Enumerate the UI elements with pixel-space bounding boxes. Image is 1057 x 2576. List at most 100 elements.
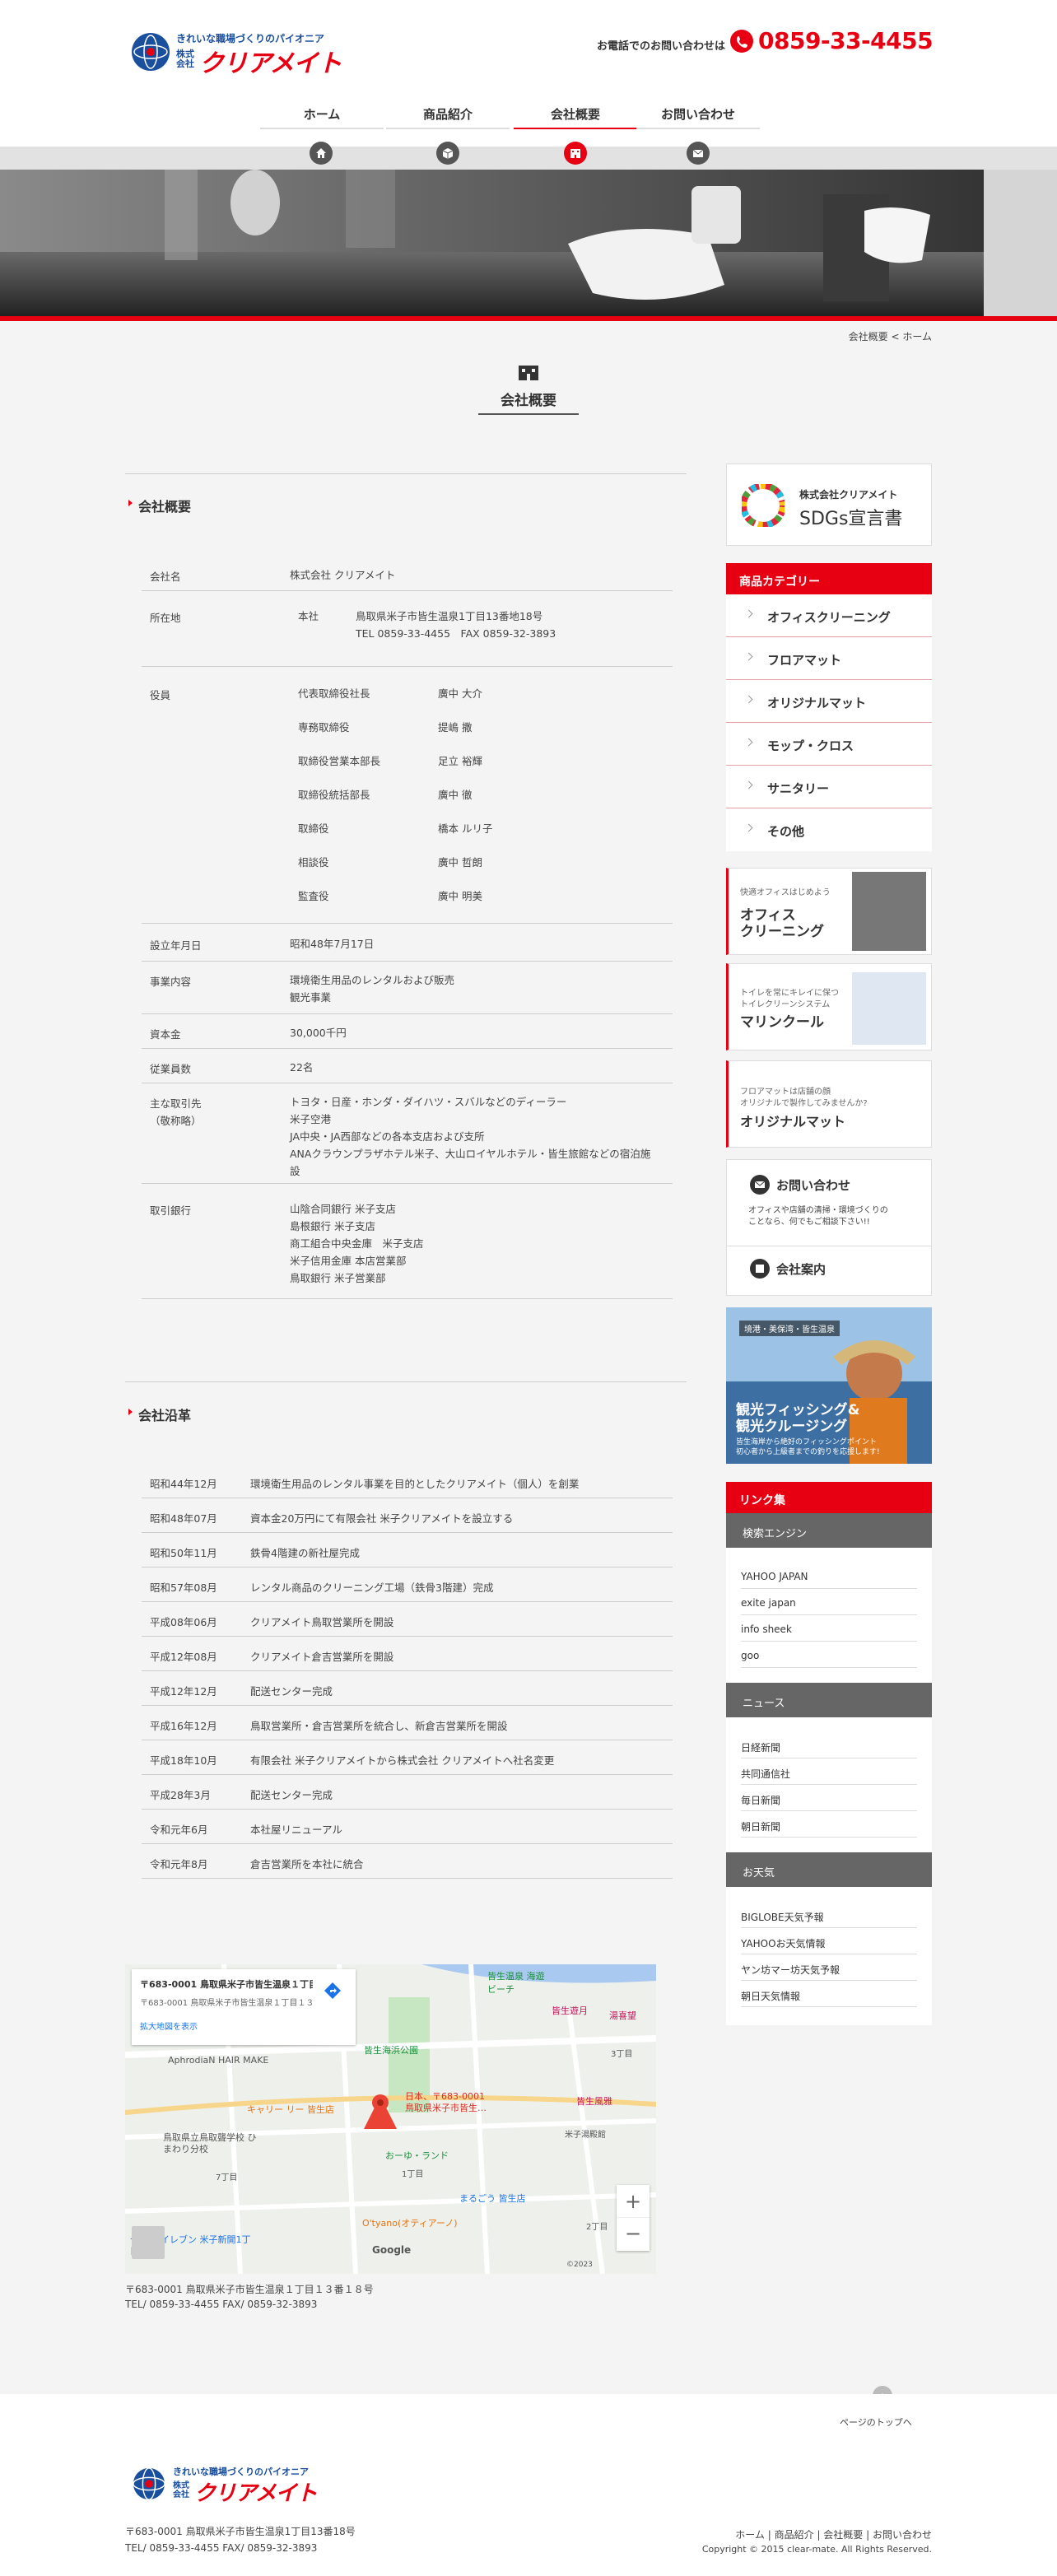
row-label: 主な取引先 (150, 1097, 202, 1110)
banner-title: オリジナルマット (740, 1114, 846, 1130)
row-value: 設 (290, 1165, 300, 1177)
table-row: 昭和44年12月 環境衛生用品のレンタル事業を目的としたクリアメイト（個人）を創業 (142, 1464, 673, 1498)
marine-cool-banner[interactable]: トイレを常にキレイに保つ トイレクリーンシステム マリンクール (726, 963, 932, 1050)
link-yahoo-weather[interactable]: YAHOOお天気情報 (741, 1928, 917, 1954)
mail-icon[interactable] (687, 142, 710, 165)
history-text: 本社屋リニューアル (250, 1824, 342, 1836)
news-links: 日経新聞 共同通信社 毎日新聞 朝日新聞 (726, 1717, 932, 1852)
contact-title[interactable]: お問い合わせ (776, 1176, 850, 1194)
row-value: JA中央・JA西部などの各本支店および支所 (290, 1130, 485, 1143)
pagetop-link[interactable]: ページのトップへ (840, 2415, 912, 2429)
contact-text: オフィスや店舗の清掃・環境づくりの (748, 1206, 888, 1215)
officer-role: 専務取締役 (298, 721, 350, 734)
site-logo[interactable]: きれいな職場づくりのパイオニア 株式会社 クリアメイト (132, 30, 342, 78)
hero-accent-line (0, 316, 1057, 321)
sdgs-title: SDGs宣言書 (799, 509, 903, 529)
table-row: 平成28年3月 配送センター完成 (142, 1775, 673, 1810)
home-icon[interactable] (310, 142, 333, 165)
search-links: YAHOO JAPAN exite japan info sheek goo (726, 1548, 932, 1683)
map-label: AphrodiaN HAIR MAKE (168, 2055, 269, 2066)
fishing-tag: 境港・美保湾・皆生温泉 (739, 1321, 840, 1336)
original-mat-banner[interactable]: フロアマットは店舗の顔 オリジナルで製作してみませんか? オリジナルマット (726, 1060, 932, 1148)
banner-title: クリーニング (740, 924, 824, 940)
nav-company[interactable]: 会社概要 (514, 105, 637, 129)
bank-item: 島根銀行 米子支店 (290, 1220, 375, 1232)
officer-name: 廣中 大介 (438, 687, 482, 700)
table-row: 会社名 株式会社 クリアメイト (142, 560, 673, 591)
map-label: まるごう 皆生店 (459, 2193, 526, 2204)
map-enlarge-link[interactable]: 拡大地図を表示 (140, 2019, 347, 2032)
row-value: ANAクラウンプラザホテル米子、大山ロイヤルホテル・皆生旅館などの宿泊施 (290, 1148, 651, 1160)
history-text: 資本金20万円にて有限会社 米子クリアメイトを設立する (250, 1512, 514, 1525)
zoom-out-button[interactable]: − (617, 2218, 650, 2251)
nav-products[interactable]: 商品紹介 (386, 105, 510, 129)
row-value: 観光事業 (290, 991, 332, 1004)
footer-link-products[interactable]: 商品紹介 (775, 2529, 814, 2541)
link-excite-japan[interactable]: exite japan (741, 1589, 917, 1615)
google-logo: Google (372, 2244, 412, 2256)
breadcrumb[interactable]: 会社概要 < ホーム (849, 329, 932, 343)
link-goo[interactable]: goo (741, 1642, 917, 1668)
link-biglobe-weather[interactable]: BIGLOBE天気予報 (741, 1902, 917, 1928)
footer-logo[interactable]: きれいな職場づくりのパイオニア 株式会社 クリアメイト (132, 2465, 318, 2506)
footer-link-contact[interactable]: お問い合わせ (873, 2529, 932, 2541)
map-popup-sub: 〒683-0001 鳥取県米子市皆生温泉１丁目１３−１８ (140, 1999, 313, 2008)
link-asahi-weather[interactable]: 朝日天気情報 (741, 1981, 917, 2007)
map-address: 〒683-0001 鳥取県米子市皆生温泉１丁目１３番１８号 (125, 2284, 374, 2295)
section-title-overview: 会社概要 (128, 496, 191, 515)
footer-nav: ホーム | 商品紹介 | 会社概要 | お問い合わせ (735, 2529, 932, 2541)
table-row: 平成12年12月 配送センター完成 (142, 1671, 673, 1706)
row-value: 株式会社 クリアメイト (290, 569, 396, 581)
table-row: 平成18年10月 有限会社 米子クリアメイトから株式会社 クリアメイトへ社名変更 (142, 1740, 673, 1775)
section-title-history: 会社沿革 (128, 1404, 191, 1424)
row-label: 資本金 (150, 1028, 181, 1041)
history-text: 配送センター完成 (250, 1685, 333, 1698)
category-office-cleaning[interactable]: オフィスクリーニング (726, 594, 932, 637)
fishing-banner[interactable]: 境港・美保湾・皆生温泉 観光フィッシング& 観光クルージング 皆生海岸から絶好の… (726, 1307, 932, 1464)
link-kyodo[interactable]: 共同通信社 (741, 1758, 917, 1785)
table-row: 昭和48年07月 資本金20万円にて有限会社 米子クリアメイトを設立する (142, 1498, 673, 1533)
map-contact: TEL/ 0859-33-4455 FAX/ 0859-32-3893 (125, 2299, 318, 2310)
history-date: 令和元年6月 (150, 1824, 208, 1836)
site-header: きれいな職場づくりのパイオニア 株式会社 クリアメイト お電話でのお問い合わせは… (0, 0, 1057, 155)
box-icon[interactable] (436, 142, 459, 165)
link-asahi[interactable]: 朝日新聞 (741, 1811, 917, 1838)
footer-link-home[interactable]: ホーム (735, 2529, 765, 2541)
google-map[interactable]: 〒683-0001 鳥取県米子市皆生温泉１丁目１３−１８ 〒683-0001 鳥… (125, 1964, 656, 2274)
category-other[interactable]: その他 (726, 808, 932, 851)
office-cleaning-banner[interactable]: 快適オフィスはじめよう オフィス クリーニング (726, 868, 932, 955)
zoom-in-button[interactable]: + (617, 2185, 650, 2218)
links-header: リンク集 (726, 1482, 932, 1513)
history-text: レンタル商品のクリーニング工場（鉄骨3階建）完成 (250, 1581, 494, 1594)
footer-link-company[interactable]: 会社概要 (823, 2529, 863, 2541)
site-footer: ページのトップへ きれいな職場づくりのパイオニア 株式会社 クリアメイト 〒68… (0, 2394, 1057, 2576)
category-mop-cloth[interactable]: モップ・クロス (726, 723, 932, 766)
officer-role: 取締役営業本部長 (298, 755, 381, 767)
nav-contact[interactable]: お問い合わせ (636, 105, 760, 129)
link-nikkei[interactable]: 日経新聞 (741, 1732, 917, 1758)
nav-home[interactable]: ホーム (260, 105, 384, 129)
category-original-mat[interactable]: オリジナルマット (726, 680, 932, 723)
table-row: 令和元年8月 倉吉営業所を本社に統合 (142, 1844, 673, 1879)
link-yanbo-weather[interactable]: ヤン坊マー坊天気予報 (741, 1954, 917, 1981)
phone-icon (730, 30, 753, 53)
sdgs-banner[interactable]: 株式会社クリアメイト SDGs宣言書 (726, 463, 932, 546)
link-yahoo-japan[interactable]: YAHOO JAPAN (741, 1563, 917, 1589)
category-floor-mat[interactable]: フロアマット (726, 637, 932, 680)
table-row: 役員 代表取締役社長 廣中 大介 専務取締役 提嶋 撒 取締役営業本部長 足立 … (142, 667, 673, 924)
table-row: 昭和50年11月 鉄骨4階建の新社屋完成 (142, 1533, 673, 1567)
row-label: 事業内容 (150, 976, 192, 988)
link-info-seek[interactable]: info sheek (741, 1615, 917, 1642)
history-date: 平成28年3月 (150, 1789, 211, 1801)
company-guide-link[interactable]: 会社案内 (776, 1260, 826, 1278)
street-view-icon[interactable] (132, 2226, 165, 2259)
tel-number[interactable]: 0859-33-4455 (758, 27, 934, 54)
category-sanitary[interactable]: サニタリー (726, 766, 932, 808)
link-mainichi[interactable]: 毎日新聞 (741, 1785, 917, 1811)
building-icon[interactable] (564, 142, 587, 165)
history-date: 昭和48年07月 (150, 1512, 217, 1525)
footer-contact: TEL/ 0859-33-4455 FAX/ 0859-32-3893 (125, 2542, 318, 2554)
directions-icon[interactable] (323, 1981, 342, 2001)
history-text: クリアメイト倉吉営業所を開設 (250, 1651, 394, 1663)
history-text: 鉄骨4階建の新社屋完成 (250, 1547, 360, 1559)
